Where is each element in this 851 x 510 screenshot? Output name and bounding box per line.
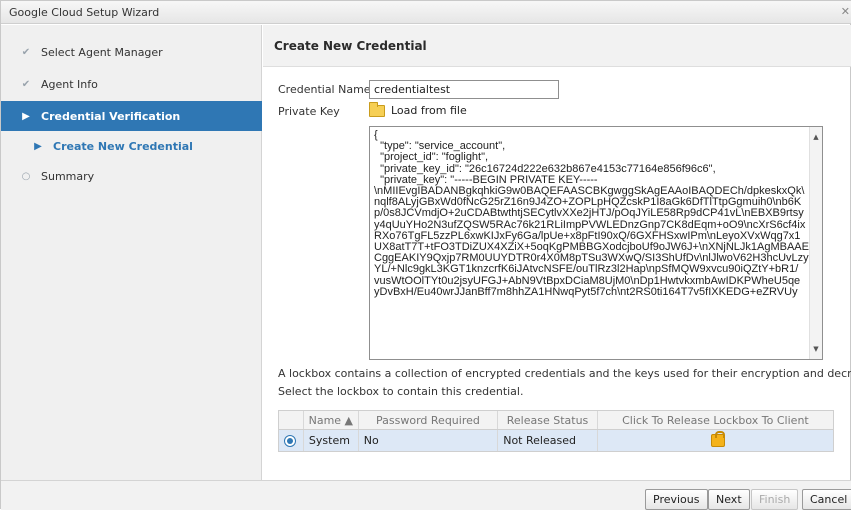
wizard-footer: Previous Next Finish Cancel — [1, 480, 851, 510]
previous-button[interactable]: Previous — [645, 489, 708, 510]
selected-radio-button[interactable] — [284, 434, 296, 447]
load-from-file-button[interactable]: Load from file — [369, 101, 467, 117]
credential-name-field[interactable]: credentialtest — [369, 80, 559, 99]
credential-name-label: Credential Name — [278, 83, 371, 96]
scroll-down-icon[interactable]: ▼ — [810, 343, 822, 355]
password-required-cell: No — [359, 430, 499, 451]
lockbox-select-prompt: Select the lockbox to contain this crede… — [278, 385, 524, 398]
setup-wizard-window: Google Cloud Setup Wizard ✕ ✔ Select Age… — [0, 0, 851, 510]
sidebar-item-agent-info[interactable]: ✔ Agent Info — [1, 69, 262, 99]
sidebar-item-summary[interactable]: ○ Summary — [1, 161, 262, 191]
finish-button[interactable]: Finish — [751, 489, 799, 510]
triangle-right-icon: ▶ — [22, 110, 30, 122]
triangle-right-icon: ▶ — [34, 140, 42, 152]
cancel-button[interactable]: Cancel — [802, 489, 851, 510]
column-header-release-status[interactable]: Release Status — [498, 411, 598, 429]
sidebar-item-label: Summary — [41, 169, 95, 183]
column-header-release-lockbox[interactable]: Click To Release Lockbox To Client — [598, 411, 833, 429]
release-lockbox-cell[interactable] — [598, 430, 833, 451]
lockbox-name-cell: System — [304, 430, 359, 451]
sidebar-item-create-new-credential[interactable]: ▶ Create New Credential — [1, 131, 262, 161]
sidebar-item-label: Credential Verification — [41, 109, 181, 123]
load-from-file-label: Load from file — [391, 104, 467, 117]
main-content: Create New Credential Credential Name cr… — [263, 25, 851, 480]
wizard-steps-sidebar: ✔ Select Agent Manager ✔ Agent Info ▶ Cr… — [1, 25, 262, 480]
sidebar-item-credential-verification[interactable]: ▶ Credential Verification — [1, 101, 262, 131]
table-row[interactable]: System No Not Released — [279, 430, 833, 451]
column-header-name[interactable]: Name ▲ — [304, 411, 359, 429]
release-status-cell: Not Released — [498, 430, 598, 451]
sidebar-item-label: Agent Info — [41, 77, 98, 91]
lockbox-table: Name ▲ Password Required Release Status … — [278, 410, 834, 452]
private-key-text: { "type": "service_account", "project_id… — [374, 129, 809, 298]
lockbox-release-icon[interactable] — [710, 431, 725, 447]
check-icon: ✔ — [21, 46, 31, 58]
sidebar-item-label: Create New Credential — [53, 139, 193, 153]
scroll-up-icon[interactable]: ▲ — [810, 131, 822, 143]
private-key-textarea[interactable]: { "type": "service_account", "project_id… — [369, 126, 823, 360]
folder-icon — [369, 101, 385, 117]
sidebar-item-select-agent-manager[interactable]: ✔ Select Agent Manager — [1, 37, 262, 67]
private-key-label: Private Key — [278, 105, 340, 118]
private-key-scrollbar[interactable]: ▲ ▼ — [809, 127, 822, 359]
window-title: Google Cloud Setup Wizard — [9, 6, 160, 19]
page-header: Create New Credential — [263, 25, 851, 67]
sidebar-item-label: Select Agent Manager — [41, 45, 163, 59]
row-select-cell[interactable] — [279, 430, 304, 451]
next-button[interactable]: Next — [708, 489, 750, 510]
window-titlebar: Google Cloud Setup Wizard ✕ — [1, 1, 851, 24]
column-header-select — [279, 411, 304, 429]
check-icon: ✔ — [21, 78, 31, 90]
circle-icon: ○ — [21, 170, 31, 182]
table-header: Name ▲ Password Required Release Status … — [279, 411, 833, 430]
column-header-password-required[interactable]: Password Required — [359, 411, 499, 429]
page-title: Create New Credential — [274, 39, 427, 53]
lockbox-info-text: A lockbox contains a collection of encry… — [278, 367, 851, 380]
close-icon[interactable]: ✕ — [841, 5, 850, 18]
